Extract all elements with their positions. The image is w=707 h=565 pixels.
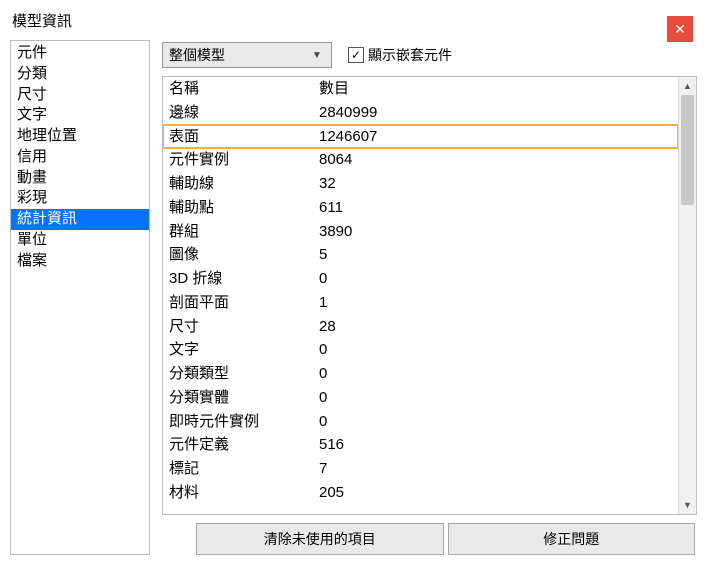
table-row[interactable]: 剖面平面1 xyxy=(163,291,678,315)
cell-count: 3890 xyxy=(319,221,672,243)
cell-count: 516 xyxy=(319,434,672,456)
cell-name: 輔助點 xyxy=(169,197,319,219)
nested-check-wrap: ✓ 顯示嵌套元件 xyxy=(348,45,452,65)
cell-count: 32 xyxy=(319,173,672,195)
sidebar-item[interactable]: 信用 xyxy=(11,147,149,168)
sidebar-item[interactable]: 元件 xyxy=(11,43,149,64)
table-row[interactable]: 輔助線32 xyxy=(163,172,678,196)
table-row[interactable]: 材料205 xyxy=(163,481,678,505)
cell-count: 8064 xyxy=(319,149,672,171)
cell-count: 7 xyxy=(319,458,672,480)
scroll-down-icon[interactable]: ▼ xyxy=(679,496,696,514)
cell-name: 剖面平面 xyxy=(169,292,319,314)
cell-name: 即時元件實例 xyxy=(169,411,319,433)
cell-name: 圖像 xyxy=(169,244,319,266)
scope-combobox[interactable]: 整個模型 ▼ xyxy=(162,42,332,68)
chevron-down-icon: ▼ xyxy=(309,50,325,61)
cell-name: 3D 折線 xyxy=(169,268,319,290)
cell-count: 205 xyxy=(319,482,672,504)
sidebar-item[interactable]: 分類 xyxy=(11,64,149,85)
table-row[interactable]: 元件實例8064 xyxy=(163,148,678,172)
cell-count: 5 xyxy=(319,244,672,266)
close-button[interactable]: ✕ xyxy=(667,16,693,42)
table-row[interactable]: 輔助點611 xyxy=(163,196,678,220)
purge-button[interactable]: 清除未使用的項目 xyxy=(196,523,444,555)
cell-count: 0 xyxy=(319,387,672,409)
table-row[interactable]: 分類實體0 xyxy=(163,386,678,410)
sidebar-item[interactable]: 統計資訊 xyxy=(11,209,149,230)
table-row[interactable]: 即時元件實例0 xyxy=(163,410,678,434)
fix-button[interactable]: 修正問題 xyxy=(448,523,696,555)
cell-name: 分類類型 xyxy=(169,363,319,385)
table-header: 名稱 數目 xyxy=(163,77,678,101)
scope-row: 整個模型 ▼ ✓ 顯示嵌套元件 xyxy=(162,40,697,68)
sidebar-item[interactable]: 動畫 xyxy=(11,168,149,189)
cell-name: 分類實體 xyxy=(169,387,319,409)
scroll-up-icon[interactable]: ▲ xyxy=(679,77,696,95)
cell-name: 文字 xyxy=(169,339,319,361)
cell-count: 0 xyxy=(319,411,672,433)
category-sidebar: 元件分類尺寸文字地理位置信用動畫彩現統計資訊單位檔案 xyxy=(10,40,150,555)
main-panel: 整個模型 ▼ ✓ 顯示嵌套元件 名稱 數目 邊線2840999表面1246607… xyxy=(162,40,697,555)
col-header-name: 名稱 xyxy=(169,78,319,100)
cell-name: 邊線 xyxy=(169,102,319,124)
cell-name: 尺寸 xyxy=(169,316,319,338)
table-row[interactable]: 表面1246607 xyxy=(163,125,678,149)
show-nested-label: 顯示嵌套元件 xyxy=(368,45,452,65)
table-row[interactable]: 標記7 xyxy=(163,457,678,481)
sidebar-item[interactable]: 尺寸 xyxy=(11,85,149,106)
cell-name: 表面 xyxy=(169,126,319,148)
table-row[interactable]: 群組3890 xyxy=(163,220,678,244)
button-row: 清除未使用的項目 修正問題 xyxy=(162,523,697,555)
cell-name: 材料 xyxy=(169,482,319,504)
scope-selected: 整個模型 xyxy=(169,45,225,65)
window-title: 模型資訊 xyxy=(12,10,72,31)
vertical-scrollbar[interactable]: ▲ ▼ xyxy=(678,77,696,514)
table-row[interactable]: 邊線2840999 xyxy=(163,101,678,125)
cell-count: 1246607 xyxy=(319,126,672,148)
cell-name: 輔助線 xyxy=(169,173,319,195)
sidebar-item[interactable]: 檔案 xyxy=(11,251,149,272)
cell-count: 28 xyxy=(319,316,672,338)
close-icon: ✕ xyxy=(674,21,686,38)
scroll-thumb[interactable] xyxy=(681,95,694,205)
cell-name: 標記 xyxy=(169,458,319,480)
table-row[interactable]: 元件定義516 xyxy=(163,433,678,457)
show-nested-checkbox[interactable]: ✓ xyxy=(348,47,364,63)
cell-count: 0 xyxy=(319,363,672,385)
cell-name: 元件定義 xyxy=(169,434,319,456)
cell-count: 611 xyxy=(319,197,672,219)
sidebar-item[interactable]: 單位 xyxy=(11,230,149,251)
table-row[interactable]: 分類類型0 xyxy=(163,362,678,386)
table-row[interactable]: 尺寸28 xyxy=(163,315,678,339)
col-header-count: 數目 xyxy=(319,78,672,100)
cell-count: 0 xyxy=(319,339,672,361)
sidebar-item[interactable]: 文字 xyxy=(11,105,149,126)
stats-table: 名稱 數目 邊線2840999表面1246607元件實例8064輔助線32輔助點… xyxy=(162,76,697,515)
table-row[interactable]: 圖像5 xyxy=(163,243,678,267)
cell-count: 2840999 xyxy=(319,102,672,124)
sidebar-item[interactable]: 彩現 xyxy=(11,188,149,209)
cell-count: 1 xyxy=(319,292,672,314)
cell-name: 群組 xyxy=(169,221,319,243)
cell-count: 0 xyxy=(319,268,672,290)
table-row[interactable]: 文字0 xyxy=(163,338,678,362)
cell-name: 元件實例 xyxy=(169,149,319,171)
table-row[interactable]: 3D 折線0 xyxy=(163,267,678,291)
title-bar: 模型資訊 xyxy=(0,0,707,40)
sidebar-item[interactable]: 地理位置 xyxy=(11,126,149,147)
